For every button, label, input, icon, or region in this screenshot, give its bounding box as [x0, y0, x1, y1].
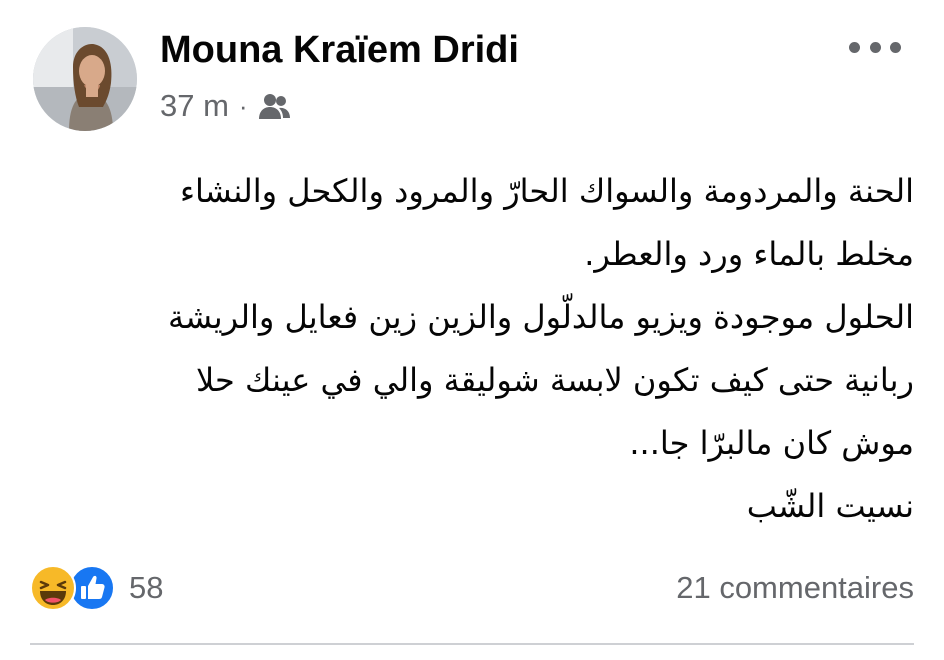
post-timestamp[interactable]: 37 m: [160, 88, 229, 124]
more-options-icon[interactable]: [849, 30, 901, 64]
friends-icon[interactable]: [257, 91, 291, 121]
post-text: الحنة والمردومة والسواك الحارّ والمرود و…: [54, 160, 914, 538]
more-dot: [869, 41, 881, 53]
meta-separator: ·: [238, 91, 248, 121]
author-name[interactable]: Mouna Kraïem Dridi: [160, 26, 519, 74]
post-meta: 37 m ·: [160, 84, 291, 128]
post-text-line: نسيت الشّب: [746, 487, 914, 525]
post-text-line: مخلط بالماء ورد والعطر.: [584, 235, 914, 273]
post-text-line: ربانية حتى كيف تكون لابسة شوليقة والي في…: [195, 361, 914, 399]
post-text-line: الحلول موجودة ويزيو مالدلّول والزين زين …: [167, 298, 914, 336]
reaction-count: 58: [129, 570, 164, 605]
post-text-line: الحنة والمردومة والسواك الحارّ والمرود و…: [179, 172, 914, 210]
comments-count-link[interactable]: 21 commentaires: [676, 562, 914, 614]
post-card: Mouna Kraïem Dridi 37 m · الحنة والمردوم…: [0, 0, 944, 660]
haha-reaction-icon: [30, 565, 76, 611]
reactions-summary[interactable]: 58: [30, 562, 163, 614]
more-dot: [849, 41, 860, 53]
more-dot: [890, 41, 901, 53]
post-text-line: موش كان مالبرّا جا...: [629, 424, 914, 462]
author-avatar[interactable]: [33, 27, 137, 131]
divider: [30, 643, 914, 645]
avatar-photo: [33, 27, 137, 131]
